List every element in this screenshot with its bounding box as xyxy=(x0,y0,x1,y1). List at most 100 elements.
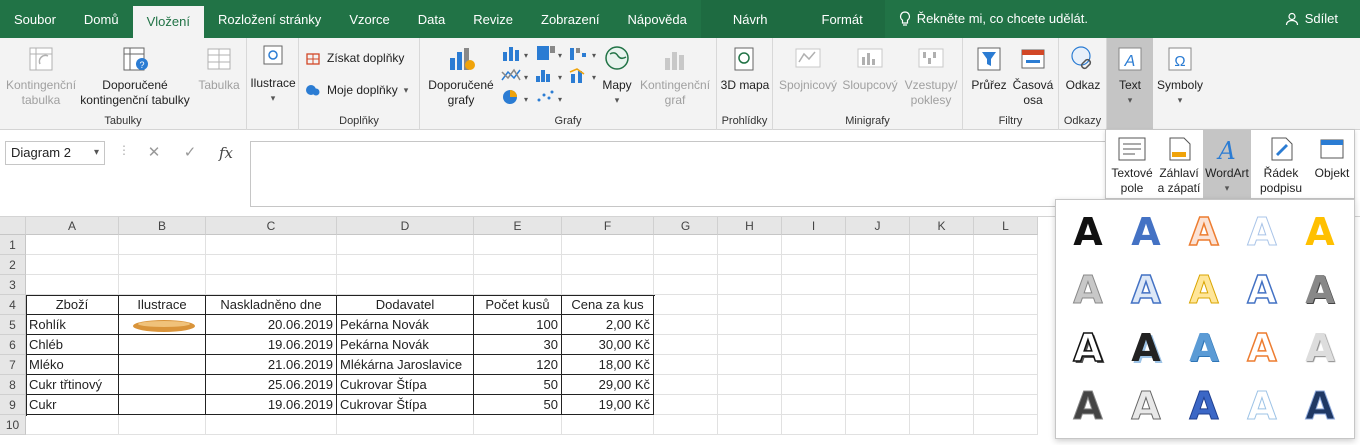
pie-chart-icon[interactable]: ▾ xyxy=(500,88,530,106)
cell[interactable] xyxy=(910,375,974,395)
select-all-corner[interactable] xyxy=(0,217,26,235)
table-cell[interactable]: 25.06.2019 xyxy=(206,375,337,395)
wordart-style-12[interactable]: A xyxy=(1116,320,1176,376)
cell[interactable] xyxy=(654,315,718,335)
wordart-style-13[interactable]: A xyxy=(1174,320,1234,376)
cell[interactable] xyxy=(910,275,974,295)
tab-domu[interactable]: Domů xyxy=(70,0,133,38)
column-header-a[interactable]: A xyxy=(26,217,119,235)
table-cell[interactable]: Pekárna Novák xyxy=(337,335,474,355)
cell[interactable] xyxy=(846,275,910,295)
waterfall-chart-icon[interactable]: ▾ xyxy=(568,44,598,62)
column-header-f[interactable]: F xyxy=(562,217,654,235)
column-header-h[interactable]: H xyxy=(718,217,782,235)
cell[interactable] xyxy=(119,275,206,295)
row-header-1[interactable]: 1 xyxy=(0,235,26,255)
object-button[interactable]: Objekt xyxy=(1310,130,1354,200)
wordart-style-14[interactable]: A xyxy=(1232,320,1292,376)
wordart-button[interactable]: A WordArt ▾ xyxy=(1203,130,1251,200)
column-header-e[interactable]: E xyxy=(474,217,562,235)
enter-icon[interactable]: ✓ xyxy=(172,141,208,165)
row-header-2[interactable]: 2 xyxy=(0,255,26,275)
3d-map-button[interactable]: 3D mapa xyxy=(719,44,771,93)
tab-navrh[interactable]: Návrh xyxy=(700,0,800,38)
cell[interactable] xyxy=(782,275,846,295)
cell[interactable] xyxy=(974,415,1038,435)
slicer-button[interactable]: Průřez xyxy=(967,44,1011,93)
row-header-3[interactable]: 3 xyxy=(0,275,26,295)
tab-napoveda[interactable]: Nápověda xyxy=(614,0,701,38)
wordart-style-2[interactable]: A xyxy=(1116,204,1176,260)
table-cell[interactable]: Rohlík xyxy=(26,315,119,335)
wordart-style-20[interactable]: A xyxy=(1290,378,1350,434)
combo-chart-icon[interactable]: ▾ xyxy=(568,66,598,84)
cell[interactable] xyxy=(119,415,206,435)
cell[interactable] xyxy=(974,235,1038,255)
cell[interactable] xyxy=(910,395,974,415)
cell[interactable] xyxy=(846,315,910,335)
formula-input[interactable] xyxy=(250,141,1110,207)
table-cell[interactable]: 19.06.2019 xyxy=(206,335,337,355)
header-footer-button[interactable]: Záhlaví a zápatí xyxy=(1156,130,1202,200)
share-button[interactable]: Sdílet xyxy=(1285,0,1338,38)
cell[interactable] xyxy=(562,275,654,295)
chevron-down-icon[interactable]: ▾ xyxy=(94,142,99,164)
table-cell[interactable]: 30,00 Kč xyxy=(562,335,654,355)
tab-vlozeni[interactable]: Vložení xyxy=(132,4,204,38)
table-cell[interactable]: Cukrovar Štípa xyxy=(337,395,474,415)
cell[interactable] xyxy=(654,375,718,395)
cell[interactable] xyxy=(654,275,718,295)
table-header-cell[interactable]: Počet kusů xyxy=(474,295,562,315)
tab-data[interactable]: Data xyxy=(404,0,459,38)
cell[interactable] xyxy=(718,295,782,315)
table-cell[interactable]: 120 xyxy=(474,355,562,375)
row-header-4[interactable]: 4 xyxy=(0,295,26,315)
tab-format[interactable]: Formát xyxy=(799,0,885,38)
my-addins-button[interactable]: Moje doplňky ▾ xyxy=(305,82,408,98)
cell[interactable] xyxy=(562,255,654,275)
wordart-style-6[interactable]: A xyxy=(1058,262,1118,318)
cell[interactable] xyxy=(337,255,474,275)
cell[interactable] xyxy=(654,295,718,315)
insert-function-icon[interactable]: fx xyxy=(208,141,244,165)
cell[interactable] xyxy=(782,315,846,335)
table-cell[interactable]: 29,00 Kč xyxy=(562,375,654,395)
cell[interactable] xyxy=(974,355,1038,375)
tab-soubor[interactable]: Soubor xyxy=(0,0,70,38)
cell[interactable] xyxy=(26,255,119,275)
row-header-8[interactable]: 8 xyxy=(0,375,26,395)
table-cell[interactable]: 50 xyxy=(474,395,562,415)
table-cell[interactable]: 19.06.2019 xyxy=(206,395,337,415)
cell[interactable] xyxy=(337,275,474,295)
textbox-button[interactable]: Textové pole xyxy=(1109,130,1155,200)
row-header-9[interactable]: 9 xyxy=(0,395,26,415)
cell[interactable] xyxy=(206,255,337,275)
symbols-button[interactable]: Ω Symboly ▾ xyxy=(1155,44,1205,108)
scatter-chart-icon[interactable]: ▾ xyxy=(534,88,564,106)
wordart-style-1[interactable]: A xyxy=(1058,204,1118,260)
table-cell[interactable]: 19,00 Kč xyxy=(562,395,654,415)
cell[interactable] xyxy=(910,315,974,335)
table-cell[interactable]: 20.06.2019 xyxy=(206,315,337,335)
cell[interactable] xyxy=(119,255,206,275)
cell[interactable] xyxy=(846,335,910,355)
cell[interactable] xyxy=(474,275,562,295)
recommended-charts-button[interactable]: Doporučené grafy xyxy=(424,44,498,108)
cell[interactable] xyxy=(782,375,846,395)
wordart-style-7[interactable]: A xyxy=(1116,262,1176,318)
cell[interactable] xyxy=(654,415,718,435)
table-cell[interactable]: Mlékárna Jaroslavice xyxy=(337,355,474,375)
cell[interactable] xyxy=(974,295,1038,315)
cell[interactable] xyxy=(974,255,1038,275)
cell[interactable] xyxy=(718,235,782,255)
sparkline-line-button[interactable]: Spojnicový xyxy=(777,44,839,93)
table-cell[interactable]: 100 xyxy=(474,315,562,335)
cell[interactable] xyxy=(910,255,974,275)
cell[interactable] xyxy=(206,235,337,255)
wordart-style-8[interactable]: A xyxy=(1174,262,1234,318)
get-addins-button[interactable]: Získat doplňky xyxy=(305,50,404,66)
cell[interactable] xyxy=(337,415,474,435)
row-header-7[interactable]: 7 xyxy=(0,355,26,375)
cell[interactable] xyxy=(846,255,910,275)
statistic-chart-icon[interactable]: ▾ xyxy=(534,66,564,84)
